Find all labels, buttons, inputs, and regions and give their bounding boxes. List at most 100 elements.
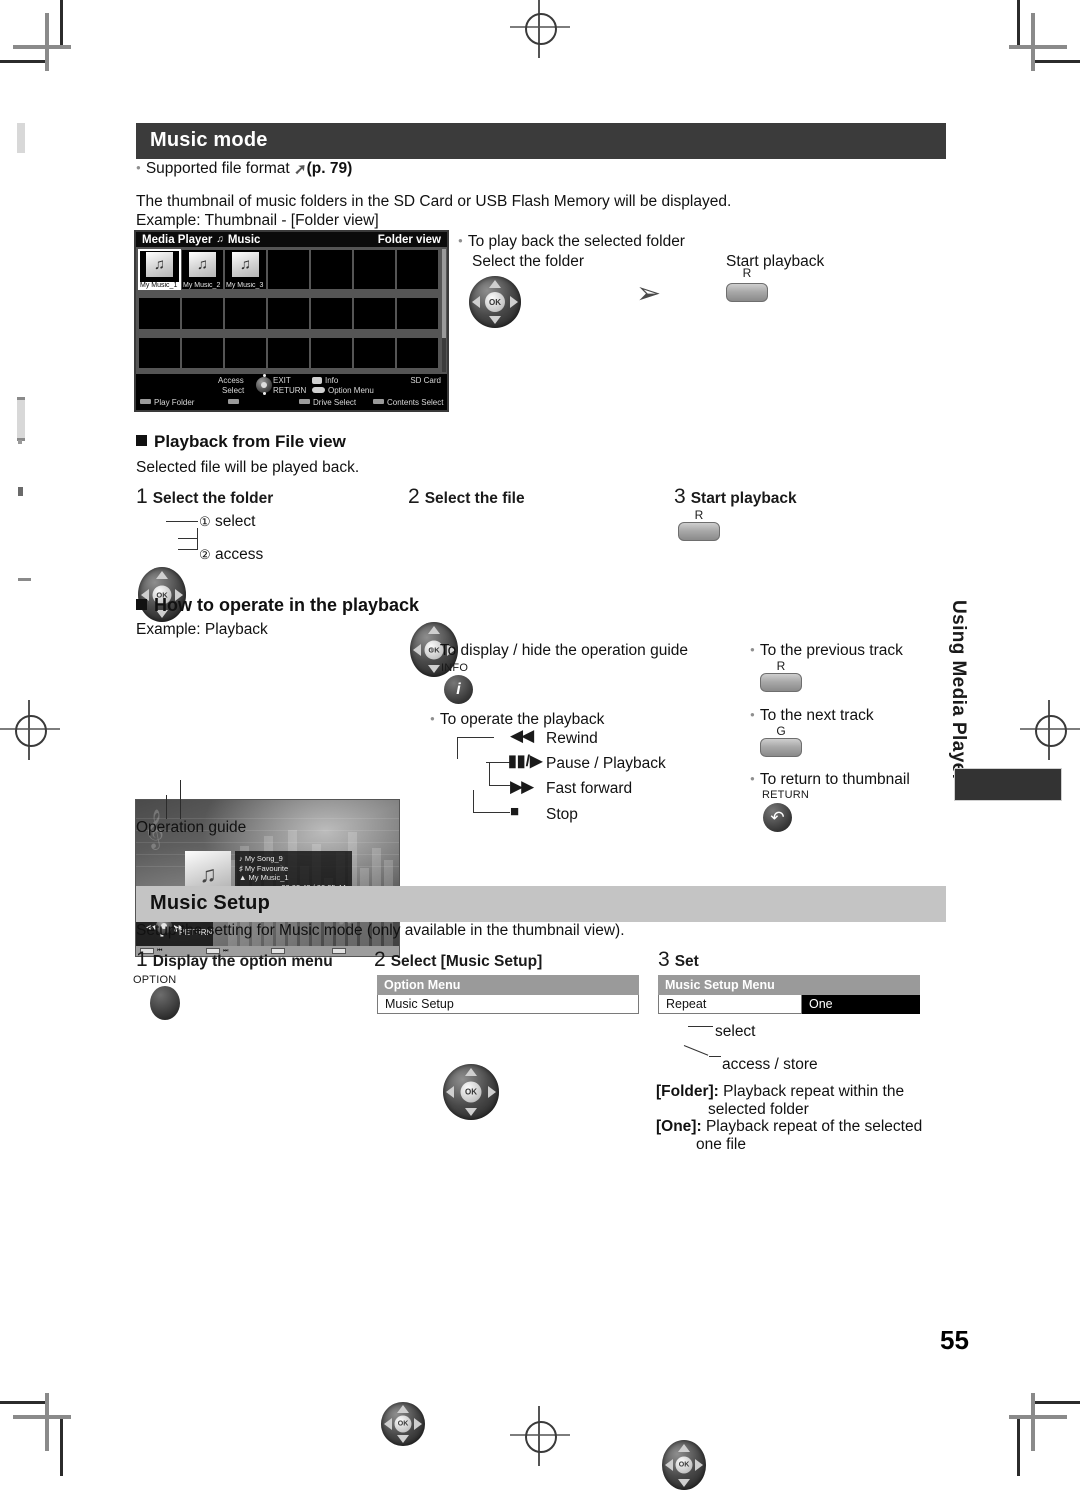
dpad-left-icon[interactable] — [446, 1086, 455, 1098]
thumbnail-cell-empty[interactable] — [181, 297, 224, 330]
option-menu-row-music-setup[interactable]: Music Setup — [377, 995, 639, 1014]
step-label: Select the folder — [152, 490, 274, 507]
thumbnail-cell-empty[interactable] — [224, 337, 267, 369]
dpad-up-icon[interactable] — [489, 279, 501, 288]
leader-line — [166, 795, 167, 819]
dpad-playback-controls[interactable]: OK — [443, 1064, 499, 1120]
music-mode-intro-line1: The thumbnail of music folders in the SD… — [136, 193, 732, 210]
previous-key-label: R — [776, 659, 786, 673]
option-button-label: OPTION — [133, 974, 177, 986]
edge-mark — [18, 487, 23, 496]
thumbnail-cell-2[interactable]: ♫ My Music_2 — [181, 249, 224, 290]
dpad-ok-button[interactable]: OK — [675, 1456, 693, 1474]
dpad-right-icon[interactable] — [487, 1086, 496, 1098]
stop-icon: ■ — [510, 803, 520, 820]
green-key-icon — [228, 399, 239, 404]
dpad-up-icon[interactable] — [678, 1443, 690, 1452]
dpad-left-icon[interactable] — [664, 1459, 673, 1471]
music-note-icon: ♫ — [216, 234, 224, 245]
supported-format-label: Supported file format — [145, 160, 290, 177]
thumbnail-cell-empty[interactable] — [310, 249, 353, 290]
dpad-right-icon[interactable] — [509, 296, 518, 308]
info-button[interactable]: i — [444, 675, 473, 704]
step-label: Start playback — [690, 490, 797, 507]
setup-dpad-access-label: access / store — [722, 1056, 818, 1073]
guide-select: Select — [222, 386, 245, 395]
thumbnail-cell-empty[interactable] — [181, 337, 224, 369]
thumbnail-caption: My Music_1 — [139, 282, 180, 289]
music-setup-menu: Music Setup Menu Repeat One — [658, 975, 920, 1014]
dpad-down-icon[interactable] — [465, 1108, 477, 1117]
dpad-up-icon[interactable] — [156, 570, 168, 579]
dpad-up-icon[interactable] — [465, 1067, 477, 1076]
page-number: 55 — [940, 1325, 969, 1355]
dpad-ok-button[interactable]: OK — [394, 1415, 412, 1433]
tv-folder-view-screenshot: Media Player ♫ Music Folder view ♫ My Mu… — [134, 230, 449, 412]
dpad-left-icon[interactable] — [412, 643, 421, 656]
setup-menu-row-repeat[interactable]: Repeat — [658, 995, 802, 1014]
dpad-option-menu[interactable]: OK — [381, 1402, 425, 1446]
dpad-up-icon[interactable] — [397, 1405, 409, 1414]
dpad-setup-menu[interactable]: OK — [662, 1440, 706, 1490]
side-tab-label: Using Media Player — [948, 600, 969, 782]
dpad-down-icon[interactable] — [678, 1478, 690, 1487]
dpad-right-icon[interactable] — [695, 1459, 704, 1471]
previous-track-key-button[interactable] — [760, 673, 802, 692]
play-back-folder-title: To play back the selected folder — [458, 231, 878, 252]
thumbnail-cell-empty[interactable] — [353, 249, 396, 290]
music-folder-icon: ♫ — [146, 252, 173, 277]
thumbnail-caption: My Music_2 — [183, 282, 221, 289]
dpad-up-icon[interactable] — [428, 625, 440, 634]
dpad-down-icon[interactable] — [428, 665, 440, 674]
red-key-icon — [140, 399, 151, 404]
next-track-key-button[interactable] — [760, 738, 802, 757]
step1-action-access: ② access — [199, 546, 264, 563]
dpad-left-icon[interactable] — [472, 296, 481, 308]
dpad-ok-button[interactable]: OK — [485, 292, 505, 312]
next-key-label: G — [776, 724, 786, 738]
return-button[interactable]: ↶ — [763, 803, 792, 832]
dpad-down-icon[interactable] — [489, 316, 501, 325]
thumbnail-cell-empty[interactable] — [396, 249, 439, 290]
heading-how-to-operate: How to operate in the playback — [136, 595, 419, 616]
dpad-down-icon[interactable] — [397, 1434, 409, 1443]
thumbnail-cell-empty[interactable] — [224, 297, 267, 330]
dpad-ok-button[interactable]: OK — [460, 1081, 482, 1103]
pause-play-icon: ▮▮/▶ — [508, 753, 543, 770]
thumbnail-cell-empty[interactable] — [310, 337, 353, 369]
album-line: ♯ My Favourite — [239, 863, 289, 873]
note-folder-text2: selected folder — [708, 1101, 809, 1118]
dpad-left-icon[interactable] — [383, 1418, 392, 1430]
thumbnail-cell-empty[interactable] — [396, 337, 439, 369]
edge-mark — [17, 123, 25, 153]
thumbnail-cell-3[interactable]: ♫ My Music_3 — [224, 249, 267, 290]
red-colour-key-button-step3[interactable] — [678, 522, 720, 541]
leader-line — [457, 737, 458, 759]
red-key-label: R — [742, 266, 752, 280]
tv-header-bar: Media Player ♫ Music Folder view — [136, 232, 447, 247]
thumbnail-cell-empty[interactable] — [396, 297, 439, 330]
red-colour-key-button[interactable] — [726, 283, 768, 302]
control-label-stop: Stop — [546, 806, 578, 823]
leader-line — [473, 812, 510, 813]
grid-scrollbar[interactable] — [442, 249, 446, 372]
step-number: 1 — [136, 948, 148, 971]
dpad-right-icon[interactable] — [414, 1418, 423, 1430]
thumbnail-cell-empty[interactable] — [310, 297, 353, 330]
note-folder-text: Playback repeat within the — [723, 1083, 905, 1100]
thumbnail-cell-empty[interactable] — [353, 297, 396, 330]
thumbnail-cell-empty[interactable] — [138, 297, 181, 330]
dpad-select-folder[interactable]: OK — [469, 276, 521, 328]
step1-action-select: ① select — [199, 513, 256, 530]
thumbnail-cell-empty[interactable] — [267, 337, 310, 369]
control-label-pause-play: Pause / Playback — [546, 755, 666, 772]
thumbnail-cell-empty[interactable] — [267, 249, 310, 290]
thumbnail-cell-empty[interactable] — [138, 337, 181, 369]
option-button[interactable] — [150, 986, 180, 1020]
thumbnail-cell-empty[interactable] — [353, 337, 396, 369]
setup-menu-value-repeat[interactable]: One — [802, 995, 920, 1014]
thumbnail-cell-empty[interactable] — [267, 297, 310, 330]
red-key-label-step3: R — [694, 508, 704, 522]
thumbnail-cell-1[interactable]: ♫ My Music_1 — [138, 249, 181, 290]
leader-line — [166, 521, 198, 522]
